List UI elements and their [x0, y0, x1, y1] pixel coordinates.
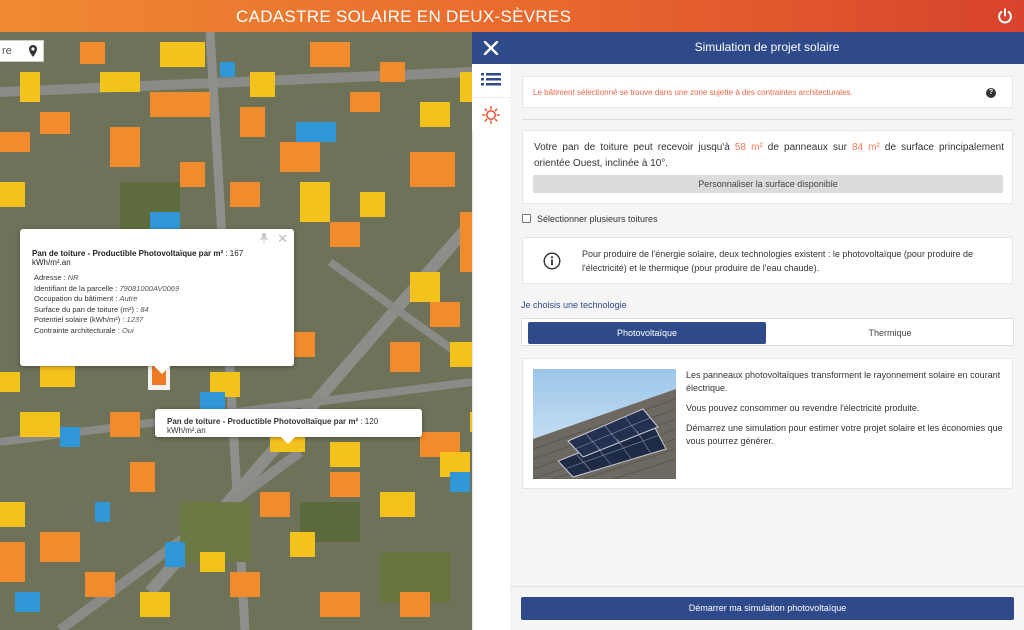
popup-row-label: Occupation du bâtiment :	[34, 294, 120, 303]
panel-title: Simulation de projet solaire	[510, 32, 1024, 64]
technology-tabs: Photovoltaïque Thermique	[521, 318, 1014, 346]
list-icon	[481, 73, 501, 86]
surface-card: Votre pan de toiture peut recevoir jusqu…	[522, 130, 1013, 204]
pin-popup-icon[interactable]	[260, 233, 268, 243]
tab-thermal[interactable]: Thermique	[772, 322, 1008, 344]
tab-photovoltaic[interactable]: Photovoltaïque	[528, 322, 766, 344]
technology-info-card: Pour produire de l'énergie solaire, deux…	[522, 237, 1013, 284]
solar-simulation-button[interactable]	[472, 97, 510, 130]
popup-title-label: Pan de toiture - Productible Photovoltaï…	[32, 249, 224, 258]
roof-info-popup: ✕ Pan de toiture - Productible Photovolt…	[20, 229, 294, 374]
app-header: CADASTRE SOLAIRE EN DEUX-SÈVRES	[0, 0, 1024, 32]
list-view-button[interactable]	[472, 64, 510, 97]
surface-text-part2: de panneaux sur	[762, 142, 852, 153]
popup-rows: Adresse : NR Identifiant de la parcelle :…	[32, 273, 282, 336]
divider	[522, 119, 1013, 120]
popup-row: Adresse : NR	[32, 273, 282, 284]
location-pin-icon[interactable]	[26, 44, 40, 58]
start-simulation-button[interactable]: Démarrer ma simulation photovoltaïque	[521, 597, 1014, 620]
search-input[interactable]: re	[2, 45, 12, 57]
close-panel-button[interactable]	[472, 32, 510, 64]
multi-roof-option[interactable]: Sélectionner plusieurs toitures	[522, 214, 658, 224]
close-popup-icon[interactable]: ✕	[277, 231, 288, 247]
popup-row: Identifiant de la parcelle : 79081000AV0…	[32, 284, 282, 295]
hover-roof-popup: Pan de toiture - Productible Photovoltaï…	[155, 409, 422, 444]
popup-row-label: Contrainte architecturale :	[34, 325, 122, 335]
popup-row-label: Adresse :	[34, 273, 68, 282]
surface-text: Votre pan de toiture peut recevoir jusqu…	[534, 140, 1004, 172]
technology-info-text: Pour produire de l'énergie solaire, deux…	[582, 249, 973, 273]
hover-popup-label: Pan de toiture - Productible Photovoltaï…	[167, 417, 359, 426]
popup-row-label: Identifiant de la parcelle :	[34, 283, 120, 293]
pv-description-2: Vous pouvez consommer ou revendre l'élec…	[686, 403, 920, 413]
popup-title: Pan de toiture - Productible Photovoltaï…	[32, 249, 282, 267]
popup-row-value: 1237	[126, 315, 144, 324]
address-search[interactable]: re	[0, 40, 44, 62]
aerial-map[interactable]: re ✕ Pan de toiture - Productible Photov…	[0, 32, 472, 630]
help-icon[interactable]: ?	[986, 88, 996, 98]
solar-panels-image	[533, 369, 676, 479]
customize-surface-button[interactable]: Personnaliser la surface disponible	[533, 175, 1003, 193]
popup-row-label: Potentiel solaire (kWh/m²) :	[34, 315, 127, 324]
side-nav	[472, 32, 510, 630]
popup-row: Surface du pan de toiture (m²) : 84	[32, 305, 282, 316]
panels-area: 58 m²	[734, 142, 763, 153]
nav-spacer	[472, 130, 510, 630]
popup-row: Occupation du bâtiment : Autre	[32, 294, 282, 305]
simulation-panel: Simulation de projet solaire Le bâtiment…	[510, 32, 1024, 630]
multi-roof-label: Sélectionner plusieurs toitures	[537, 214, 658, 224]
popup-row-label: Surface du pan de toiture (m²) :	[34, 304, 141, 314]
roof-area: 84 m²	[851, 142, 880, 153]
popup-row-value: NR	[67, 273, 79, 282]
popup-row: Potentiel solaire (kWh/m²) : 1237	[32, 315, 282, 326]
pv-description-3: Démarrez une simulation pour estimer vot…	[686, 423, 1003, 446]
popup-row-value: Oui	[121, 325, 134, 335]
multi-roof-checkbox[interactable]	[522, 214, 531, 223]
app-title: CADASTRE SOLAIRE EN DEUX-SÈVRES	[236, 7, 572, 26]
close-icon	[483, 41, 499, 55]
footer-divider	[510, 586, 1024, 587]
popup-row-value: 79081000AV0069	[119, 283, 180, 293]
popup-row-value: Autre	[119, 294, 138, 303]
pv-description-1: Les panneaux photovoltaïques transformen…	[686, 370, 1001, 393]
popup-row-value: 84	[140, 304, 149, 314]
popup-row: Contrainte architecturale : Oui	[32, 326, 282, 337]
surface-text-part1: Votre pan de toiture peut recevoir jusqu…	[534, 142, 735, 153]
sun-icon	[482, 106, 500, 124]
photovoltaic-description: Les panneaux photovoltaïques transformen…	[686, 369, 1006, 455]
choose-technology-label: Je choisis une technologie	[521, 300, 627, 310]
power-icon[interactable]	[996, 7, 1014, 25]
photovoltaic-card: Les panneaux photovoltaïques transformen…	[522, 358, 1013, 489]
architectural-warning: Le bâtiment sélectionné se trouve dans u…	[522, 76, 1013, 108]
warning-text: Le bâtiment sélectionné se trouve dans u…	[533, 88, 853, 97]
info-icon	[543, 252, 561, 270]
